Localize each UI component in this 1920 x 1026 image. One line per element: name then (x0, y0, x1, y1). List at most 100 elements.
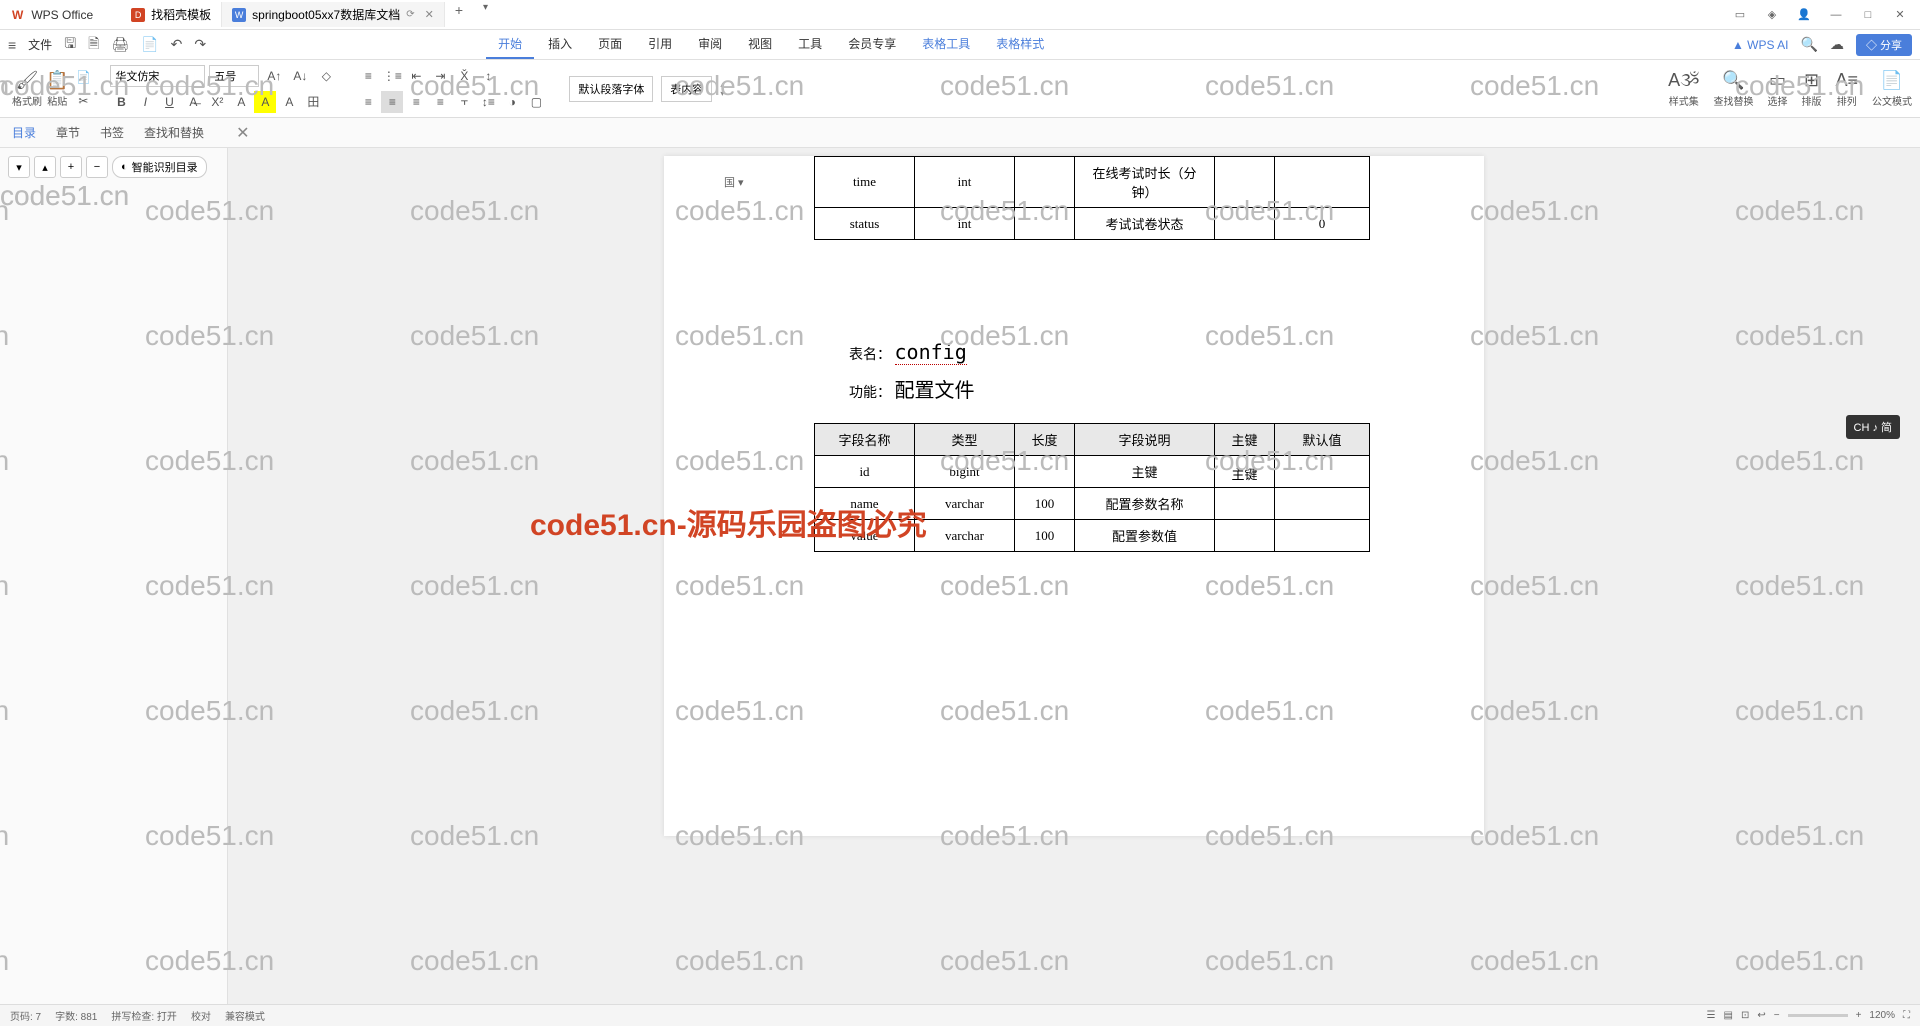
bold-icon[interactable]: B (110, 91, 132, 113)
file-menu[interactable]: 文件 (28, 36, 52, 53)
cube-icon[interactable]: ◈ (1762, 5, 1782, 25)
underline-icon[interactable]: U (158, 91, 180, 113)
distribute-icon[interactable]: ⫟ (453, 91, 475, 113)
table-row[interactable]: time int 在线考试时长（分钟） (815, 157, 1370, 208)
cell[interactable]: 主键 (1215, 456, 1275, 488)
clear-format-icon[interactable]: ◇ (315, 65, 337, 87)
th[interactable]: 默认值 (1275, 424, 1370, 456)
cell[interactable]: 100 (1015, 488, 1075, 520)
font-size-select[interactable] (209, 65, 259, 87)
func-row[interactable]: 功能： 配置文件 (849, 374, 1444, 403)
new-icon[interactable]: 🗎 (88, 33, 99, 57)
save-icon[interactable]: 🖫 (64, 33, 76, 57)
proofread[interactable]: 校对 (191, 1008, 211, 1023)
up-icon[interactable]: ▴ (34, 156, 56, 178)
cell[interactable]: 配置参数名称 (1075, 488, 1215, 520)
hamburger-icon[interactable]: ≡ (8, 37, 16, 53)
document-canvas[interactable]: 国 ▾ time int 在线考试时长（分钟） status int 考试试卷状… (228, 148, 1920, 1004)
cell[interactable] (1275, 157, 1370, 208)
avatar-icon[interactable]: 👤 (1794, 5, 1814, 25)
tab-current-doc[interactable]: W springboot05xx7数据库文档 ⟳ ✕ (222, 2, 445, 27)
tab-page[interactable]: 页面 (586, 30, 634, 59)
align-center-icon[interactable]: ≡ (381, 91, 403, 113)
cell[interactable] (1215, 520, 1275, 552)
cell[interactable] (1215, 488, 1275, 520)
th[interactable]: 主键 (1215, 424, 1275, 456)
share-button[interactable]: ◇ 分享 (1856, 34, 1912, 56)
cell[interactable] (1215, 157, 1275, 208)
border-icon[interactable]: 田 (302, 91, 324, 113)
cell[interactable] (1015, 157, 1075, 208)
style-set-button[interactable]: Aૐ 样式集 (1668, 70, 1699, 108)
cell[interactable] (1215, 208, 1275, 240)
view-icon2[interactable]: ▤ (1724, 1010, 1733, 1021)
zoom-slider[interactable] (1788, 1014, 1848, 1017)
view-icon4[interactable]: ↩ (1757, 1010, 1765, 1021)
cell[interactable]: id (815, 456, 915, 488)
tab-templates[interactable]: D 找稻壳模板 (121, 2, 222, 27)
cell[interactable]: 配置参数值 (1075, 520, 1215, 552)
fullscreen-icon[interactable]: ⛶ (1903, 1010, 1910, 1021)
cell[interactable]: varchar (915, 488, 1015, 520)
increase-font-icon[interactable]: A↑ (263, 65, 285, 87)
search-icon[interactable]: 🔍 (1801, 36, 1818, 53)
table-row[interactable]: id bigint 主键 主键 (815, 456, 1370, 488)
table-row[interactable]: value varchar 100 配置参数值 (815, 520, 1370, 552)
shading-icon[interactable]: A (278, 91, 300, 113)
numbering-icon[interactable]: ⋮≡ (381, 65, 403, 87)
table-header-row[interactable]: 字段名称 类型 长度 字段说明 主键 默认值 (815, 424, 1370, 456)
cell[interactable]: 0 (1275, 208, 1370, 240)
bullets-icon[interactable]: ≡ (357, 65, 379, 87)
minus-icon[interactable]: − (86, 156, 108, 178)
preview-icon[interactable]: 📄 (141, 36, 158, 53)
tab-tools[interactable]: 工具 (786, 30, 834, 59)
paste-button[interactable]: 📋 粘贴 (46, 70, 68, 108)
window-icon[interactable]: ▭ (1730, 5, 1750, 25)
sort-button[interactable]: ⊞ 排版 (1801, 70, 1821, 108)
indent-right-icon[interactable]: ⇥ (429, 65, 451, 87)
doc-mode-button[interactable]: 📄 公文模式 (1872, 70, 1912, 108)
tab-insert[interactable]: 插入 (536, 30, 584, 59)
nav-close-icon[interactable]: ✕ (236, 123, 249, 143)
superscript-icon[interactable]: X² (206, 91, 228, 113)
maximize-button[interactable]: □ (1858, 5, 1878, 25)
print-icon[interactable]: 🖨 (111, 36, 129, 53)
select-button[interactable]: ▭ 选择 (1767, 70, 1787, 108)
minimize-button[interactable]: — (1826, 5, 1846, 25)
cell[interactable]: bigint (915, 456, 1015, 488)
cell[interactable]: 主键 (1075, 456, 1215, 488)
cell[interactable] (1015, 456, 1075, 488)
tab-review[interactable]: 审阅 (686, 30, 734, 59)
cell[interactable] (1275, 456, 1370, 488)
tab-dropdown[interactable]: ▾ (473, 2, 498, 27)
cell[interactable] (1015, 208, 1075, 240)
cell[interactable]: varchar (915, 520, 1015, 552)
align-right-icon[interactable]: ≡ (405, 91, 427, 113)
th[interactable]: 类型 (915, 424, 1015, 456)
nav-toc[interactable]: 目录 (12, 124, 36, 141)
sort-icon[interactable]: X̌ (453, 65, 475, 87)
table-row[interactable]: name varchar 100 配置参数名称 (815, 488, 1370, 520)
add-tab-button[interactable]: + (445, 2, 473, 27)
cell[interactable]: 100 (1015, 520, 1075, 552)
font-color-icon[interactable]: A (230, 91, 252, 113)
th[interactable]: 字段名称 (815, 424, 915, 456)
table-selector-icon[interactable]: 国 ▾ (724, 174, 744, 190)
style-down-icon[interactable]: ▾ (720, 89, 724, 98)
view-icon1[interactable]: ☰ (1707, 1010, 1716, 1021)
word-count[interactable]: 字数: 881 (55, 1008, 97, 1023)
format-painter-button[interactable]: 🖌 格式刷 (12, 70, 42, 108)
nav-bookmark[interactable]: 书签 (100, 124, 124, 141)
highlight-icon[interactable]: A (254, 91, 276, 113)
redo-icon[interactable]: ↷ (194, 36, 206, 53)
close-icon[interactable]: ✕ (425, 8, 434, 21)
collapse-icon[interactable]: ▾ (8, 156, 30, 178)
config-table[interactable]: 字段名称 类型 长度 字段说明 主键 默认值 id bigint 主键 主键 n… (814, 423, 1370, 552)
tab-member[interactable]: 会员专享 (836, 30, 908, 59)
restore-icon[interactable]: ⟳ (406, 9, 414, 20)
cloud-icon[interactable]: ☁ (1830, 36, 1844, 53)
table-name-row[interactable]: 表名： config (849, 340, 1444, 364)
tab-start[interactable]: 开始 (486, 30, 534, 59)
plus-icon[interactable]: + (60, 156, 82, 178)
wps-ai-button[interactable]: ▲ WPS AI (1732, 38, 1789, 52)
